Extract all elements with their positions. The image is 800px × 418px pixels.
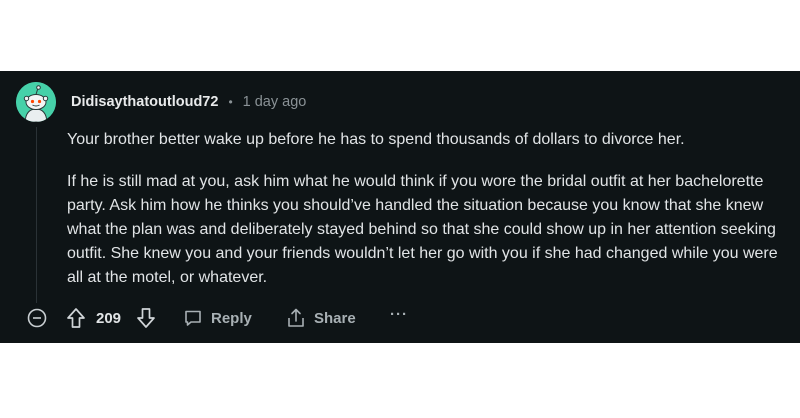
comment-bubble-icon [185, 310, 201, 326]
arrow-up-icon [67, 308, 85, 328]
thread-line[interactable] [36, 127, 37, 303]
vote-score: 209 [96, 310, 122, 327]
arrow-down-icon [137, 308, 155, 328]
downvote-button[interactable] [136, 307, 156, 329]
collapse-button[interactable] [27, 308, 47, 328]
comment-actions: 209 Reply Share ··· [0, 305, 800, 333]
reply-button[interactable]: Reply [183, 308, 252, 328]
comment-card: Didisaythatoutloud72 • 1 day ago Your br… [0, 71, 800, 343]
share-button[interactable]: Share [286, 307, 356, 329]
comment-paragraph: If he is still mad at you, ask him what … [67, 173, 778, 286]
minus-circle-icon [27, 308, 47, 328]
avatar[interactable] [16, 82, 56, 122]
timestamp[interactable]: 1 day ago [243, 94, 307, 110]
share-icon [288, 308, 304, 327]
reply-label: Reply [211, 309, 252, 327]
comment-header: Didisaythatoutloud72 • 1 day ago [71, 94, 306, 110]
upvote-button[interactable] [66, 307, 86, 329]
share-label: Share [314, 309, 356, 327]
comment-body: Your brother better wake up before he ha… [67, 128, 787, 290]
username[interactable]: Didisaythatoutloud72 [71, 94, 218, 110]
comment-paragraph: Your brother better wake up before he ha… [67, 131, 685, 148]
snoo-avatar-icon [16, 82, 56, 122]
ellipsis-icon: ··· [390, 306, 408, 323]
more-options-button[interactable]: ··· [390, 306, 408, 323]
separator-dot: • [228, 95, 233, 109]
